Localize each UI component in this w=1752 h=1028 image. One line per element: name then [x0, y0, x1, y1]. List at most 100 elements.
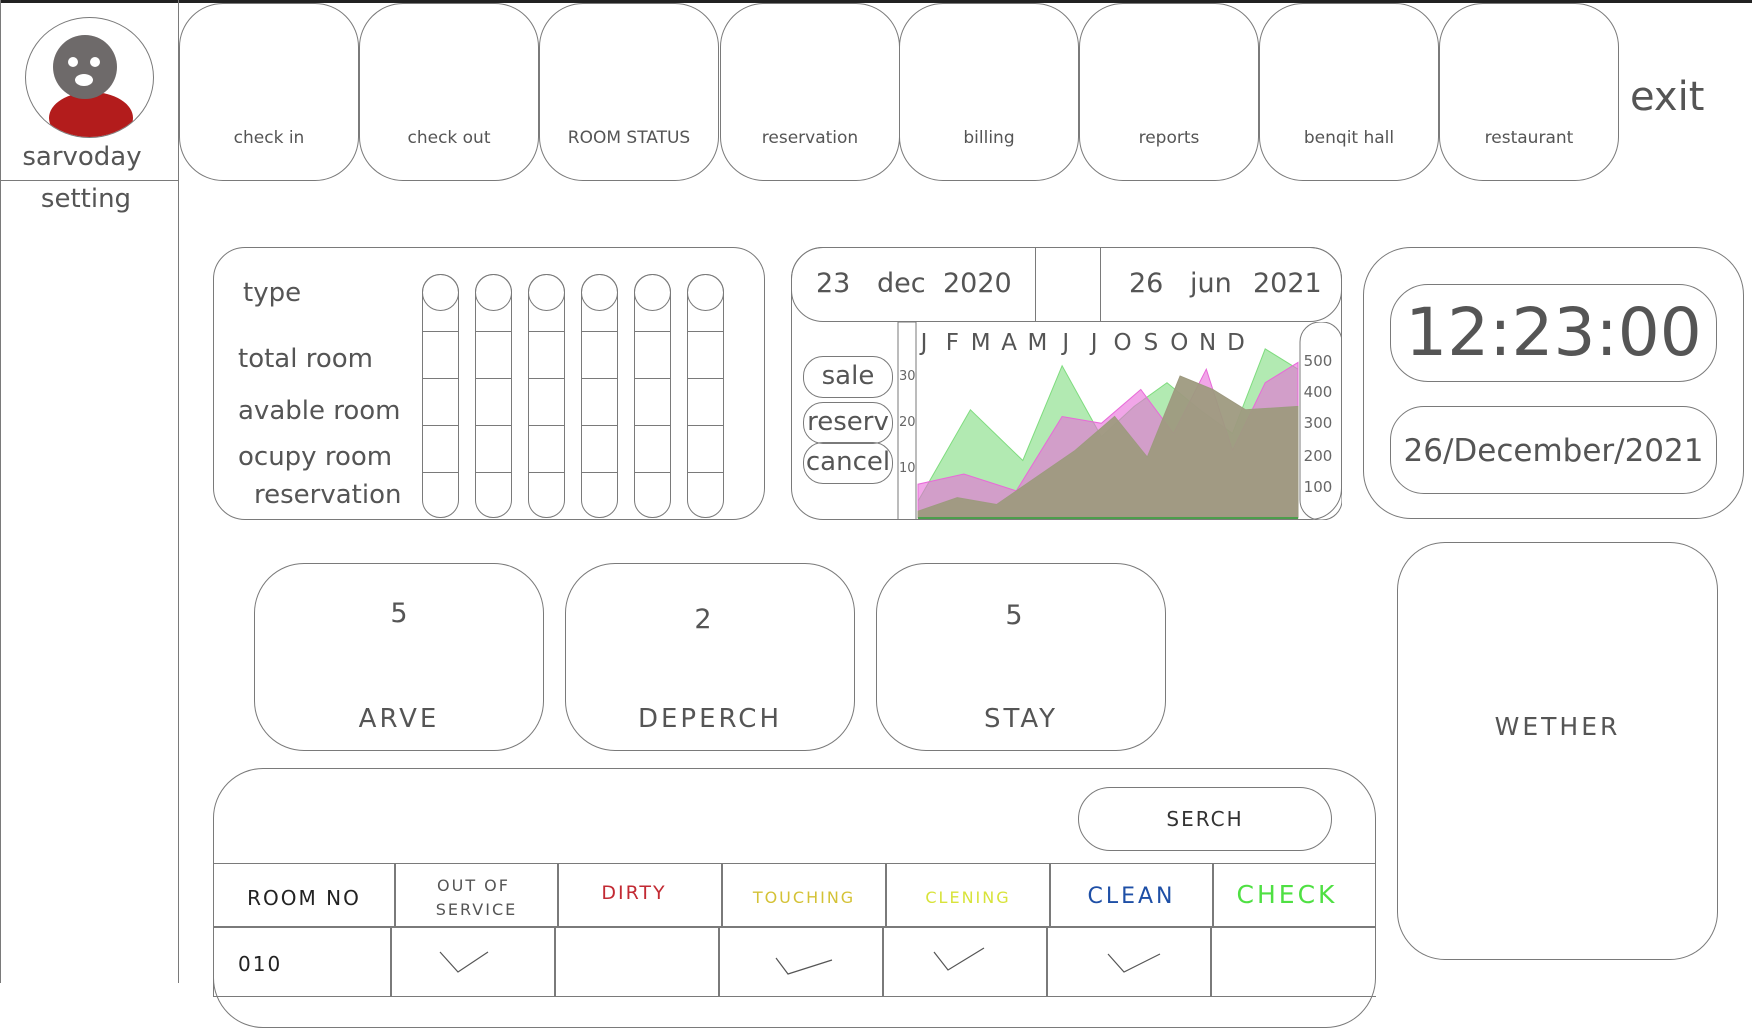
row-label-reservation: reservation [254, 480, 402, 510]
sale-button[interactable]: sale [803, 356, 893, 398]
stat-label: ARVE [358, 704, 440, 734]
cancel-button[interactable]: cancel [803, 442, 893, 484]
table-cell-clening[interactable] [883, 927, 1047, 997]
header-label: CLENING [925, 888, 1011, 907]
stat-label: STAY [983, 704, 1059, 734]
from-year[interactable]: 2020 [943, 268, 1012, 299]
nav-label: reports [1138, 128, 1200, 148]
date-range-separator [1035, 247, 1101, 322]
avatar[interactable] [25, 17, 154, 138]
table-cell-out-of-service[interactable] [391, 927, 555, 997]
user-name: sarvoday [22, 142, 142, 172]
table-cell-room-no[interactable]: 010 [213, 927, 391, 997]
area-chart: J F M A M J J O S O N D302010500400300200100 [897, 322, 1342, 520]
column-header-out-of-service[interactable]: OUT OF SERVICE [395, 863, 558, 927]
x-tick-label: O [1113, 330, 1131, 356]
nav-label: benqit hall [1303, 128, 1395, 148]
x-tick-label: M [1028, 330, 1048, 356]
stat-label: DEPERCH [637, 704, 783, 734]
right-axis-tick-label: 400 [1304, 383, 1333, 401]
x-tick-label: F [946, 330, 959, 356]
header-label: CHECK [1236, 880, 1338, 909]
table-cell-clean[interactable] [1047, 927, 1211, 997]
room-type-column[interactable] [581, 274, 618, 518]
right-axis-tick-label: 200 [1304, 447, 1333, 465]
reserv-button[interactable]: reserv [803, 402, 893, 444]
x-tick-label: A [1001, 330, 1017, 356]
from-month[interactable]: dec [877, 268, 926, 299]
header-label: OUT OF [437, 876, 510, 895]
nav-reservation-button[interactable]: reservation [720, 3, 900, 181]
nav-benqit-hall-button[interactable]: benqit hall [1259, 3, 1439, 181]
nav-label: reservation [761, 128, 859, 148]
right-axis-tick-label: 100 [1304, 478, 1333, 496]
room-type-column[interactable] [475, 274, 512, 518]
nav-reports-button[interactable]: reports [1079, 3, 1259, 181]
x-tick-label: S [1144, 330, 1159, 356]
header-label: CLEAN [1087, 884, 1176, 909]
stat-value: 5 [1005, 600, 1023, 631]
nav-restaurant-button[interactable]: restaurant [1439, 3, 1619, 181]
table-cell-dirty[interactable] [555, 927, 719, 997]
x-tick-label: J [1060, 330, 1069, 356]
from-day[interactable]: 23 [816, 268, 850, 299]
to-year[interactable]: 2021 [1253, 268, 1322, 299]
room-type-column[interactable] [687, 274, 724, 518]
left-axis-tick-label: 30 [899, 369, 916, 384]
search-button[interactable]: SERCH [1078, 787, 1332, 851]
row-label-ocupy-room: ocupy room [238, 442, 393, 472]
sidebar-divider [0, 180, 179, 181]
stat-stay-card[interactable]: 5 STAY [876, 563, 1166, 751]
room-type-column[interactable] [422, 274, 459, 518]
column-header-dirty[interactable]: DIRTY [558, 863, 722, 927]
weather-label: WETHER [1494, 712, 1621, 741]
stat-departures-card[interactable]: 2 DEPERCH [565, 563, 855, 751]
exit-button[interactable]: exit [1630, 74, 1704, 120]
setting-link[interactable]: setting [0, 184, 172, 214]
stat-value: 5 [390, 598, 408, 629]
column-header-room-no[interactable]: ROOM NO [213, 863, 395, 927]
column-header-touching[interactable]: TOUCHING [722, 863, 886, 927]
nav-label: ROOM STATUS [567, 128, 691, 148]
to-month[interactable]: jun [1190, 268, 1232, 299]
column-header-clean[interactable]: CLEAN [1050, 863, 1213, 927]
nav-label: restaurant [1484, 128, 1574, 148]
header-label: DIRTY [601, 882, 667, 904]
table-cell-touching[interactable] [719, 927, 883, 997]
nav-label: billing [963, 128, 1015, 148]
left-axis-tick-label: 10 [899, 461, 916, 476]
nav-label: check in [233, 128, 305, 148]
header-label: ROOM NO [247, 886, 361, 910]
right-axis-tick-label: 300 [1304, 414, 1333, 432]
clock-time: 12:23:00 [1390, 284, 1717, 382]
row-label-type: type [243, 278, 302, 308]
nav-check-in-button[interactable]: check in [179, 3, 359, 181]
stat-value: 2 [694, 604, 712, 635]
right-axis-tick-label: 500 [1304, 352, 1333, 370]
x-tick-label: O [1170, 330, 1188, 356]
row-label-avable-room: avable room [238, 396, 401, 426]
table-cell-check[interactable] [1211, 927, 1376, 997]
to-day[interactable]: 26 [1129, 268, 1163, 299]
nav-room-status-button[interactable]: ROOM STATUS [539, 3, 719, 181]
room-type-column[interactable] [528, 274, 565, 518]
x-tick-label: J [1089, 330, 1098, 356]
x-tick-label: N [1199, 330, 1216, 356]
room-number: 010 [238, 952, 283, 976]
column-header-clening[interactable]: CLENING [886, 863, 1050, 927]
header-label: TOUCHING [752, 888, 856, 907]
left-axis-tick-label: 20 [899, 415, 916, 430]
clock-date: 26/December/2021 [1390, 406, 1717, 494]
column-header-check[interactable]: CHECK [1213, 863, 1376, 927]
stat-arrivals-card[interactable]: 5 ARVE [254, 563, 544, 751]
room-type-column[interactable] [634, 274, 671, 518]
x-tick-label: J [919, 330, 928, 356]
header-label: SERVICE [435, 900, 518, 919]
x-tick-label: D [1227, 330, 1245, 356]
weather-panel: WETHER [1397, 542, 1718, 960]
nav-billing-button[interactable]: billing [899, 3, 1079, 181]
x-tick-label: M [971, 330, 991, 356]
nav-label: check out [407, 128, 491, 148]
nav-check-out-button[interactable]: check out [359, 3, 539, 181]
row-label-total-room: total room [238, 344, 373, 374]
